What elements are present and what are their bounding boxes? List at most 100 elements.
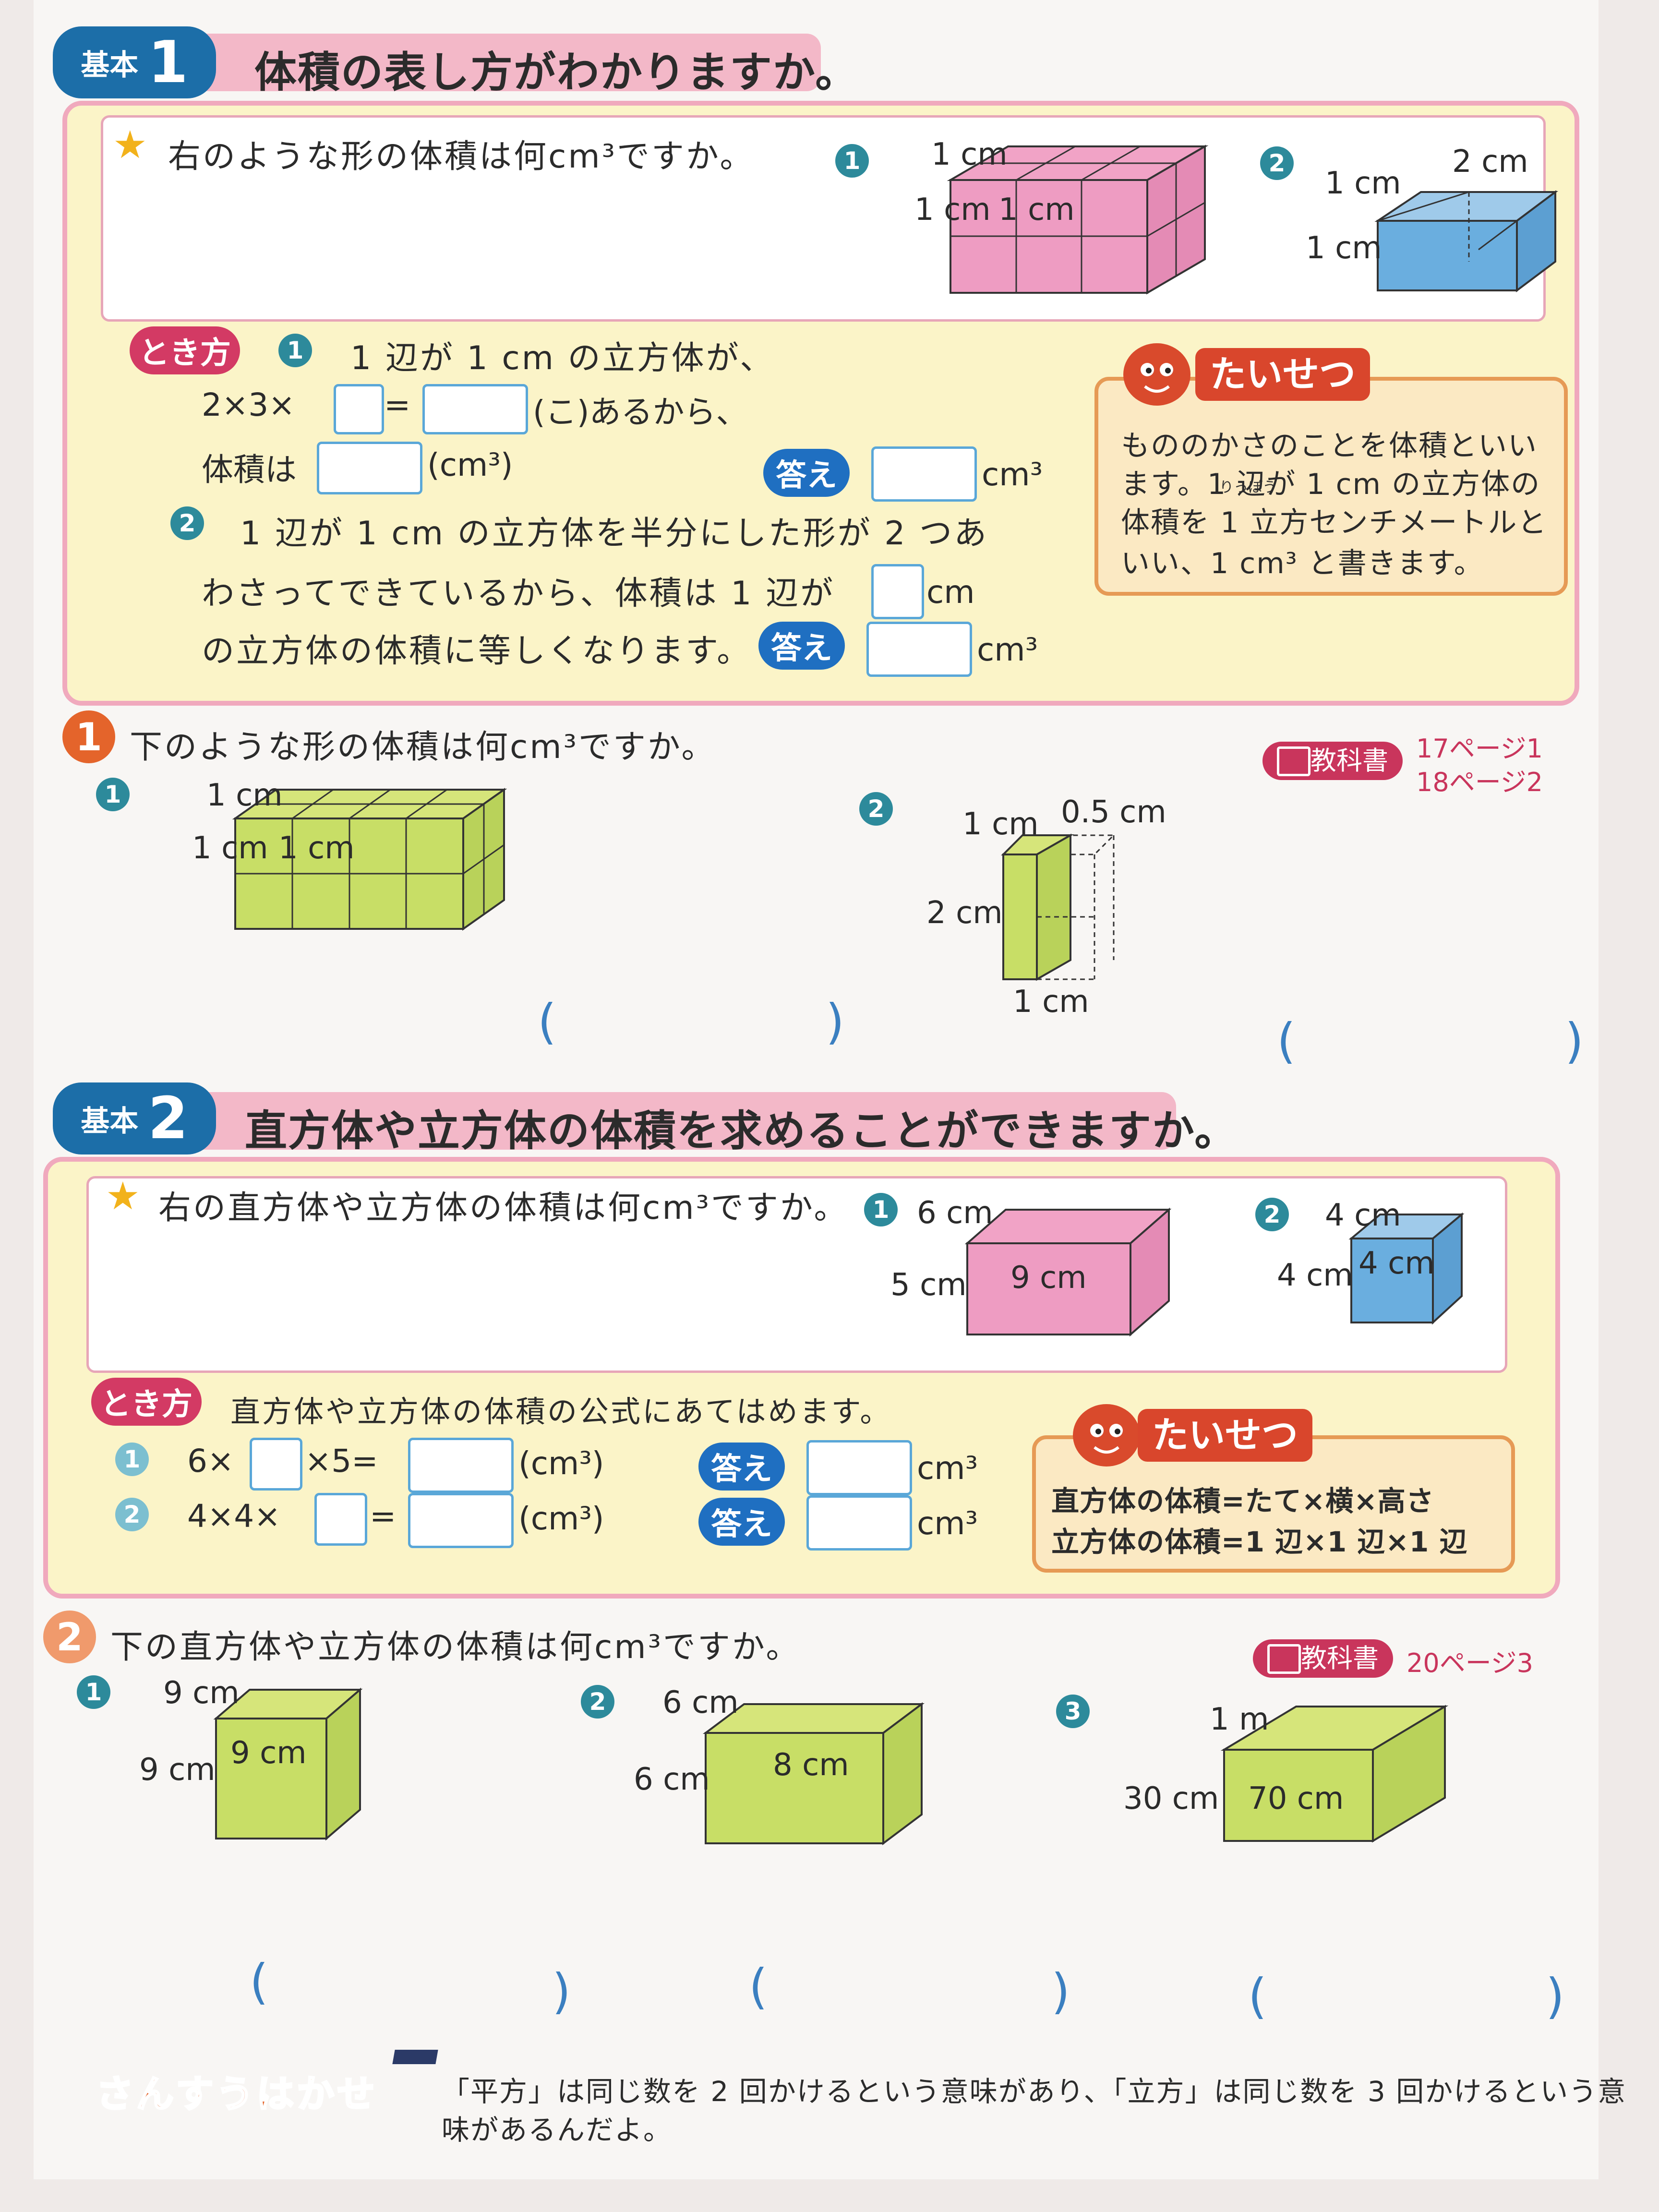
- answer-box[interactable]: [408, 1438, 514, 1493]
- step1-line2-b: =: [384, 386, 411, 423]
- answer-space[interactable]: [566, 998, 816, 1046]
- unit-label: cm³: [917, 1505, 978, 1542]
- taisetsu-line: 体積を 1 立方センチメートルと: [1121, 506, 1548, 540]
- row2-b: =: [370, 1498, 397, 1535]
- answer-box[interactable]: [866, 622, 972, 677]
- step1-line3-b: (cm³): [427, 446, 513, 483]
- step1-line2-c: (こ)あるから、: [533, 394, 748, 431]
- fig2-label-a: 2 cm: [1452, 144, 1528, 180]
- section1-fig1-number: 1: [835, 144, 869, 178]
- section2-question: 右の直方体や立方体の体積は何cm³ですか。: [158, 1189, 849, 1227]
- row2-cm3: (cm³): [518, 1500, 604, 1537]
- kotae-label: 答え: [763, 449, 850, 497]
- q2-fig2-number: 2: [581, 1685, 614, 1719]
- step2-line2: わさってできているから、体積は 1 辺が: [202, 575, 835, 613]
- answer-space[interactable]: [1277, 1973, 1551, 2021]
- answer-space[interactable]: [778, 1963, 1051, 2011]
- row1-a: 6×: [187, 1443, 234, 1479]
- step2-cm: cm: [926, 574, 975, 611]
- kihon-label: 基本: [81, 48, 139, 82]
- taisetsu-label: たいせつ: [1138, 1409, 1312, 1462]
- row1-number: 1: [115, 1443, 149, 1476]
- answer-box[interactable]: [422, 384, 528, 434]
- section2-intro: 直方体や立方体の体積の公式にあてはめます。: [230, 1394, 892, 1429]
- answer-paren-open: (: [749, 1959, 768, 2015]
- section2-badge: 基本 2: [53, 1082, 216, 1154]
- sansu-hakase-logo: さんすうはかせ: [95, 2072, 378, 2117]
- q2-fig1-number: 1: [77, 1675, 110, 1709]
- step2-number: 2: [170, 506, 204, 540]
- kotae-label: 答え: [698, 1443, 785, 1491]
- answer-space[interactable]: [278, 1959, 552, 2007]
- step1-number: 1: [278, 334, 312, 367]
- star-icon: ★: [106, 1174, 140, 1218]
- q1-number: 1: [62, 710, 115, 763]
- answer-space[interactable]: [1306, 1018, 1555, 1066]
- answer-box[interactable]: [871, 564, 924, 619]
- unit-label: cm³: [917, 1450, 978, 1487]
- q1-fig1-label: 1 cm: [206, 778, 283, 813]
- answer-box[interactable]: [317, 442, 422, 494]
- row1-b: ×5=: [305, 1443, 378, 1479]
- q1-fig1-label: 1 cm: [278, 830, 355, 866]
- footer-line2: 味があるんだよ。: [442, 2114, 673, 2146]
- q1-fig2-label: 1 cm: [962, 806, 1039, 842]
- answer-paren-close: ): [826, 994, 845, 1050]
- answer-box[interactable]: [334, 384, 384, 434]
- tokikata-label: とき方: [130, 326, 240, 374]
- section1-fig2-number: 2: [1260, 146, 1294, 180]
- section1-fig2-prism: [1374, 190, 1558, 292]
- s2-fig1-label: 6 cm: [917, 1195, 993, 1231]
- fig2-label-c: 1 cm: [1306, 230, 1382, 266]
- step1-line3-a: 体積は: [202, 451, 297, 488]
- step1-line1: 1 辺が 1 cm の立方体が、: [350, 339, 775, 377]
- s2-fig1-label: 9 cm: [1010, 1260, 1087, 1296]
- q1-fig2-label: 0.5 cm: [1061, 794, 1166, 830]
- book-icon: [1277, 746, 1310, 776]
- answer-box[interactable]: [408, 1493, 514, 1548]
- answer-paren-close: ): [1546, 1968, 1565, 2024]
- q2-fig2-label: 8 cm: [773, 1747, 849, 1783]
- answer-paren-open: (: [538, 994, 557, 1050]
- unit-label: cm³: [977, 631, 1038, 668]
- kihon-label: 基本: [81, 1104, 139, 1138]
- page-ref: 17ページ1: [1416, 733, 1543, 764]
- fig1-label-b: 1 cm: [914, 192, 991, 228]
- section2-title: 直方体や立方体の体積を求めることができますか。: [245, 1106, 1238, 1155]
- answer-box[interactable]: [314, 1493, 367, 1546]
- unit-label: cm³: [982, 456, 1043, 493]
- mascot-icon: [1123, 343, 1190, 406]
- kotae-label: 答え: [698, 1498, 785, 1546]
- step1-line2-a: 2×3×: [202, 386, 295, 423]
- q2-fig3-label: 30 cm: [1123, 1781, 1219, 1816]
- answer-box[interactable]: [806, 1495, 912, 1551]
- kotae-label: 答え: [758, 622, 845, 670]
- book-icon: [1267, 1644, 1301, 1674]
- answer-paren-close: ): [1565, 1013, 1584, 1069]
- answer-box[interactable]: [871, 446, 977, 502]
- taisetsu-line: 立方体の体積=1 辺×1 辺×1 辺: [1051, 1526, 1468, 1558]
- s2-fig1-label: 5 cm: [890, 1267, 967, 1303]
- fig1-label-c: 1 cm: [998, 192, 1075, 228]
- section1-badge: 基本 1: [53, 26, 216, 98]
- taisetsu-label: たいせつ: [1195, 348, 1370, 401]
- section2-number: 2: [148, 1085, 188, 1152]
- star-icon: ★: [113, 122, 147, 167]
- section2-fig2-number: 2: [1255, 1198, 1289, 1231]
- answer-paren-open: (: [250, 1954, 269, 2010]
- step2-line3: の立方体の体積に等しくなります。: [202, 632, 752, 670]
- taisetsu-line: いい、1 cm³ と書きます。: [1121, 547, 1484, 580]
- answer-box[interactable]: [806, 1440, 912, 1495]
- section1-title: 体積の表し方がわかりますか。: [254, 48, 859, 97]
- hat-icon: [392, 2050, 438, 2064]
- s2-fig2-label: 4 cm: [1358, 1246, 1435, 1281]
- q2-fig3-label: 70 cm: [1248, 1781, 1344, 1816]
- answer-box[interactable]: [250, 1438, 302, 1491]
- section1-question: 右のような形の体積は何cm³ですか。: [168, 138, 755, 176]
- tokikata-label: とき方: [91, 1378, 202, 1426]
- footer-line1: 「平方」は同じ数を 2 回かけるという意味があり、「立方」は同じ数を 3 回かけ…: [442, 2075, 1627, 2108]
- q1-fig2-number: 2: [859, 792, 893, 826]
- answer-paren-close: ): [1051, 1963, 1070, 2020]
- s2-fig2-label: 4 cm: [1277, 1258, 1353, 1293]
- taisetsu-line: 直方体の体積=たて×横×高さ: [1051, 1485, 1434, 1517]
